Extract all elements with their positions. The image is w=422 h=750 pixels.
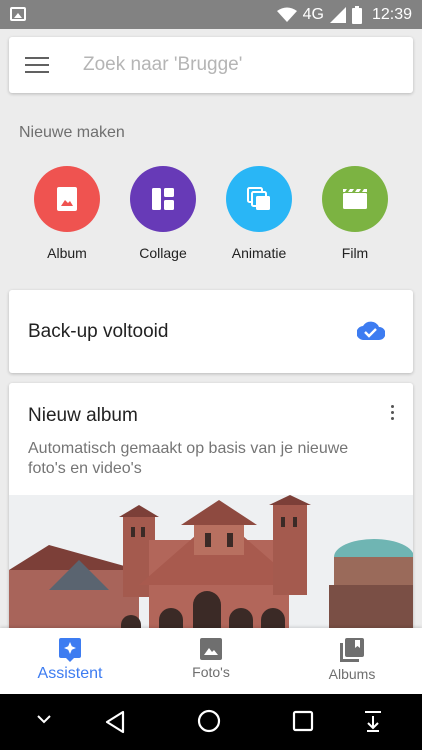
backup-status-text: Back-up voltooid [28, 321, 169, 342]
gallery-notification-icon [10, 7, 26, 21]
albums-icon [340, 638, 364, 662]
nav-assistant[interactable]: Assistent [0, 628, 140, 694]
create-collage-label: Collage [139, 245, 187, 261]
photos-icon [200, 638, 222, 660]
film-icon-circle [322, 166, 388, 232]
album-card-title: Nieuw album [28, 405, 138, 426]
collage-icon [152, 188, 174, 210]
animation-icon [247, 187, 270, 210]
menu-icon[interactable] [25, 57, 49, 75]
bottom-navigation: Assistent Foto's Albums [0, 628, 422, 694]
nav-albums-label: Albums [328, 666, 376, 682]
battery-icon [351, 6, 362, 24]
film-icon [343, 189, 367, 209]
create-animation-label: Animatie [231, 245, 287, 261]
animation-icon-circle [226, 166, 292, 232]
create-album-label: Album [47, 245, 87, 261]
create-album-button[interactable]: Album [22, 166, 112, 261]
assistant-icon [59, 638, 81, 662]
nav-albums[interactable]: Albums [282, 628, 422, 694]
album-card-description: Automatisch gemaakt op basis van je nieu… [28, 440, 349, 477]
album-cover-photo [9, 495, 413, 643]
network-type: 4G [302, 6, 324, 23]
chevron-down-icon[interactable] [36, 714, 52, 724]
clock: 12:39 [371, 6, 412, 23]
create-collage-button[interactable]: Collage [118, 166, 208, 261]
back-icon[interactable] [104, 710, 126, 734]
create-section-title: Nieuwe maken [19, 124, 125, 141]
status-bar-right: 4G 12:39 [276, 4, 412, 26]
search-input[interactable] [83, 51, 393, 79]
new-album-card[interactable]: Nieuw album Automatisch gemaakt op basis… [9, 383, 413, 643]
collage-icon-circle [130, 166, 196, 232]
create-film-button[interactable]: Film [310, 166, 400, 261]
recents-icon[interactable] [292, 710, 314, 732]
search-bar [9, 37, 413, 93]
album-icon [57, 187, 77, 211]
more-options-icon[interactable] [391, 405, 395, 421]
create-animation-button[interactable]: Animatie [214, 166, 304, 261]
system-navigation-bar [0, 694, 422, 750]
notification-pull-icon[interactable] [363, 710, 383, 732]
backup-status-card[interactable]: Back-up voltooid [9, 290, 413, 373]
home-icon[interactable] [197, 709, 221, 733]
signal-icon [329, 7, 346, 23]
status-bar: 4G 12:39 [0, 0, 422, 29]
nav-assistant-label: Assistent [37, 665, 103, 682]
nav-photos[interactable]: Foto's [141, 628, 281, 694]
album-icon-circle [34, 166, 100, 232]
cloud-done-icon [357, 321, 385, 340]
nav-photos-label: Foto's [192, 664, 230, 680]
wifi-icon [276, 7, 297, 22]
create-film-label: Film [341, 245, 369, 261]
